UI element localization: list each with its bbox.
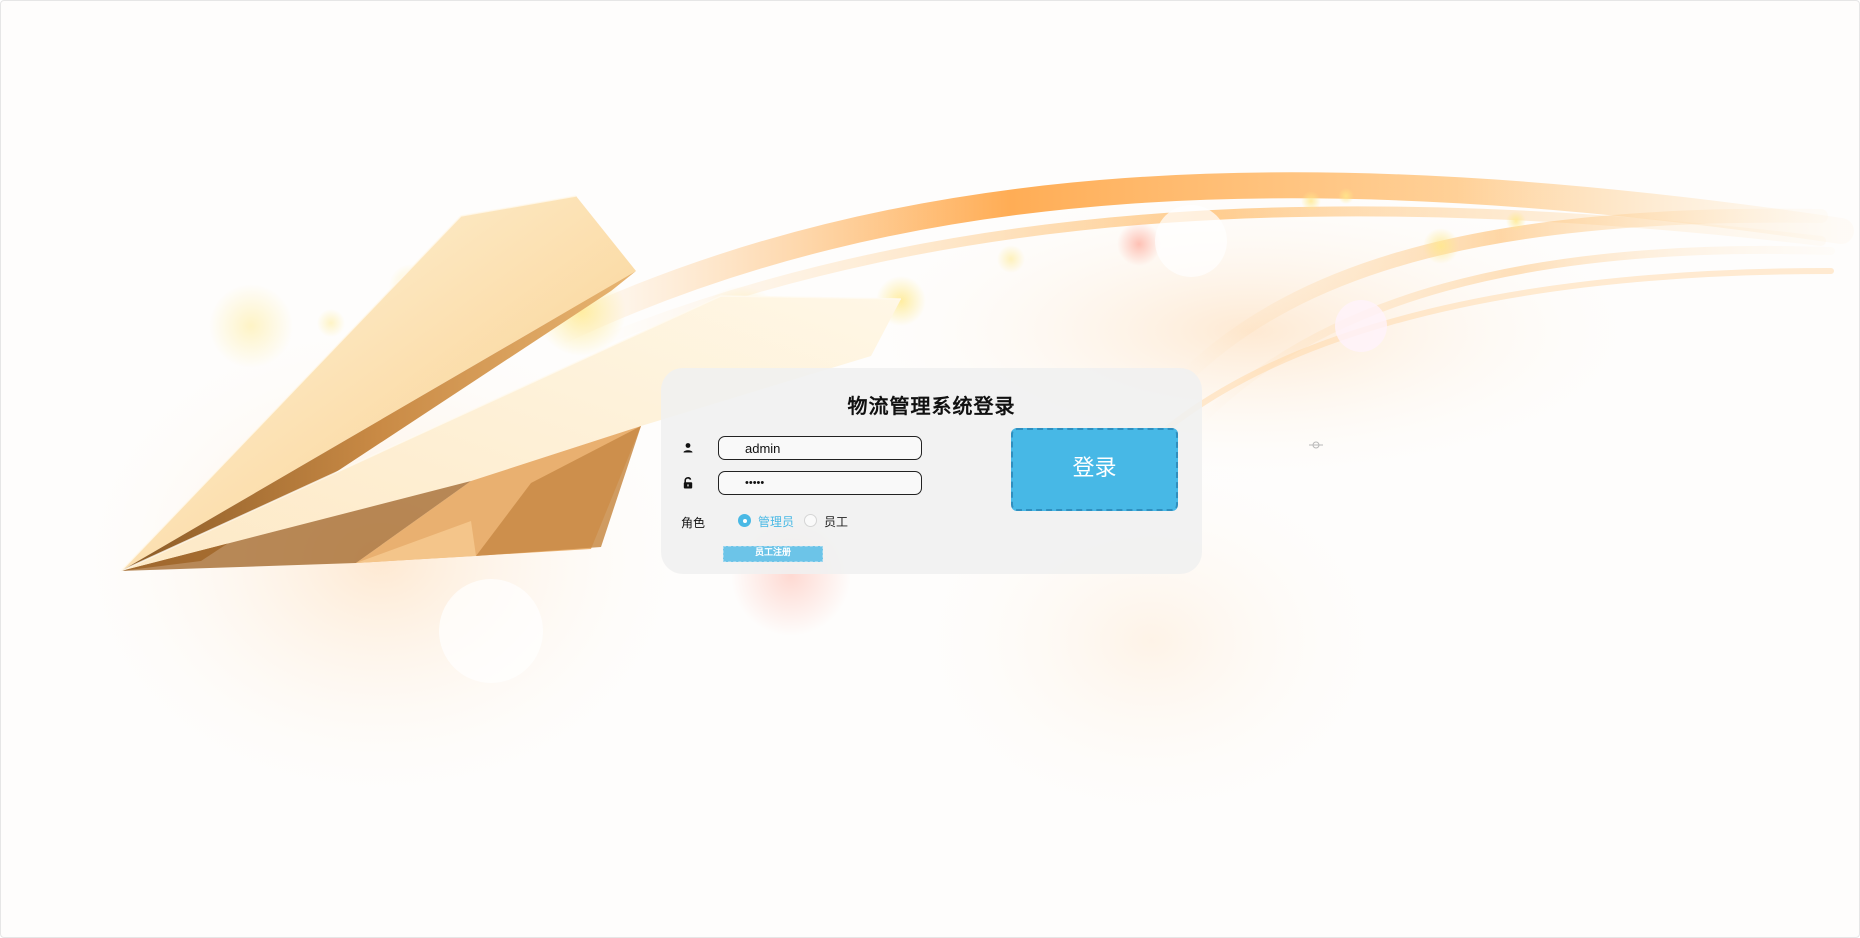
login-button[interactable]: 登录 bbox=[1011, 428, 1178, 511]
crosshair-icon bbox=[1309, 441, 1323, 449]
role-label: 角色 bbox=[681, 516, 706, 530]
role-admin-label[interactable]: 管理员 bbox=[758, 513, 794, 530]
user-icon bbox=[683, 443, 693, 453]
login-card: 物流管理系统登录 角色 管理员 员工 员工注册 登录 bbox=[661, 368, 1202, 574]
role-staff-radio[interactable] bbox=[804, 514, 817, 527]
username-field[interactable] bbox=[718, 436, 922, 460]
password-field[interactable] bbox=[718, 471, 922, 495]
role-staff-label[interactable]: 员工 bbox=[824, 513, 848, 530]
register-button[interactable]: 员工注册 bbox=[723, 546, 823, 562]
page-title: 物流管理系统登录 bbox=[847, 394, 1016, 418]
lock-icon bbox=[683, 477, 693, 489]
login-page: 物流管理系统登录 角色 管理员 员工 员工注册 登录 bbox=[0, 0, 1860, 938]
role-admin-radio[interactable] bbox=[738, 514, 751, 527]
